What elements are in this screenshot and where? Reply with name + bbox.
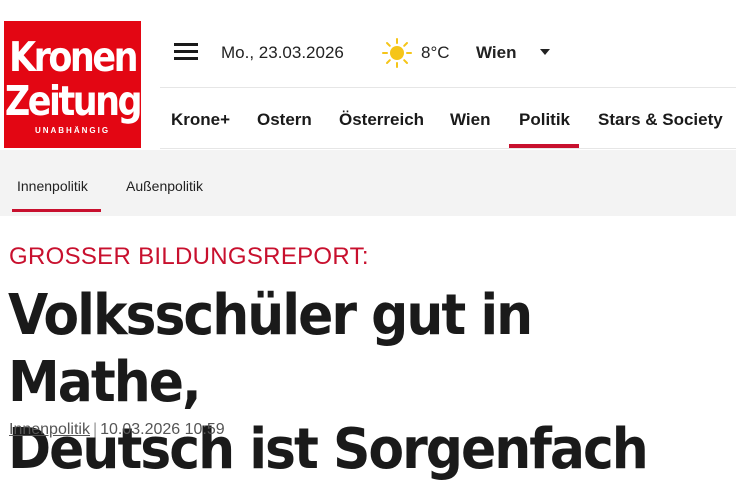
sun-icon (382, 38, 412, 68)
article-title: Volksschüler gut in Mathe, Deutsch ist S… (8, 282, 733, 483)
subnav-item-innenpolitik[interactable]: Innenpolitik (17, 178, 88, 194)
hamburger-menu-icon[interactable] (174, 43, 198, 61)
nav-active-indicator (509, 144, 579, 148)
kronen-zeitung-logo[interactable]: Kronen Zeitung UNABHÄNGIG (4, 21, 143, 148)
meta-separator: | (92, 421, 98, 438)
current-date: Mo., 23.03.2026 (221, 43, 344, 62)
article-meta: Innenpolitik | 10.03.2026 10:59 (9, 421, 225, 439)
nav-item-oesterreich[interactable]: Österreich (339, 110, 424, 130)
article-timestamp: 10.03.2026 10:59 (100, 421, 225, 438)
nav-item-stars-society[interactable]: Stars & Society (598, 110, 723, 130)
nav-item-ostern[interactable]: Ostern (257, 110, 312, 130)
city-selector[interactable]: Wien (476, 43, 516, 63)
article-category-link[interactable]: Innenpolitik (9, 421, 90, 438)
logo-line-1: Kronen (9, 34, 139, 82)
article-kicker: GROSSER BILDUNGSREPORT: (9, 243, 369, 270)
subnav-active-indicator (12, 209, 101, 212)
temperature: 8°C (421, 43, 450, 62)
nav-item-wien[interactable]: Wien (450, 110, 490, 130)
nav-item-krone-plus[interactable]: Krone+ (171, 110, 230, 130)
logo-line-2: Zeitung (4, 78, 143, 126)
site-header: Kronen Zeitung UNABHÄNGIG Mo., 23.03.202… (0, 0, 736, 150)
top-bar: Mo., 23.03.2026 8°C Wien (160, 21, 736, 88)
main-navigation: Krone+ Ostern Österreich Wien Politik St… (160, 88, 736, 149)
sub-navigation: Innenpolitik Außenpolitik (0, 150, 736, 216)
article-title-line-1: Volksschüler gut in Mathe, (8, 283, 533, 415)
nav-item-politik[interactable]: Politik (519, 110, 570, 130)
chevron-down-icon[interactable] (540, 49, 550, 55)
subnav-item-aussenpolitik[interactable]: Außenpolitik (126, 178, 203, 194)
logo-tagline: UNABHÄNGIG (34, 126, 111, 135)
